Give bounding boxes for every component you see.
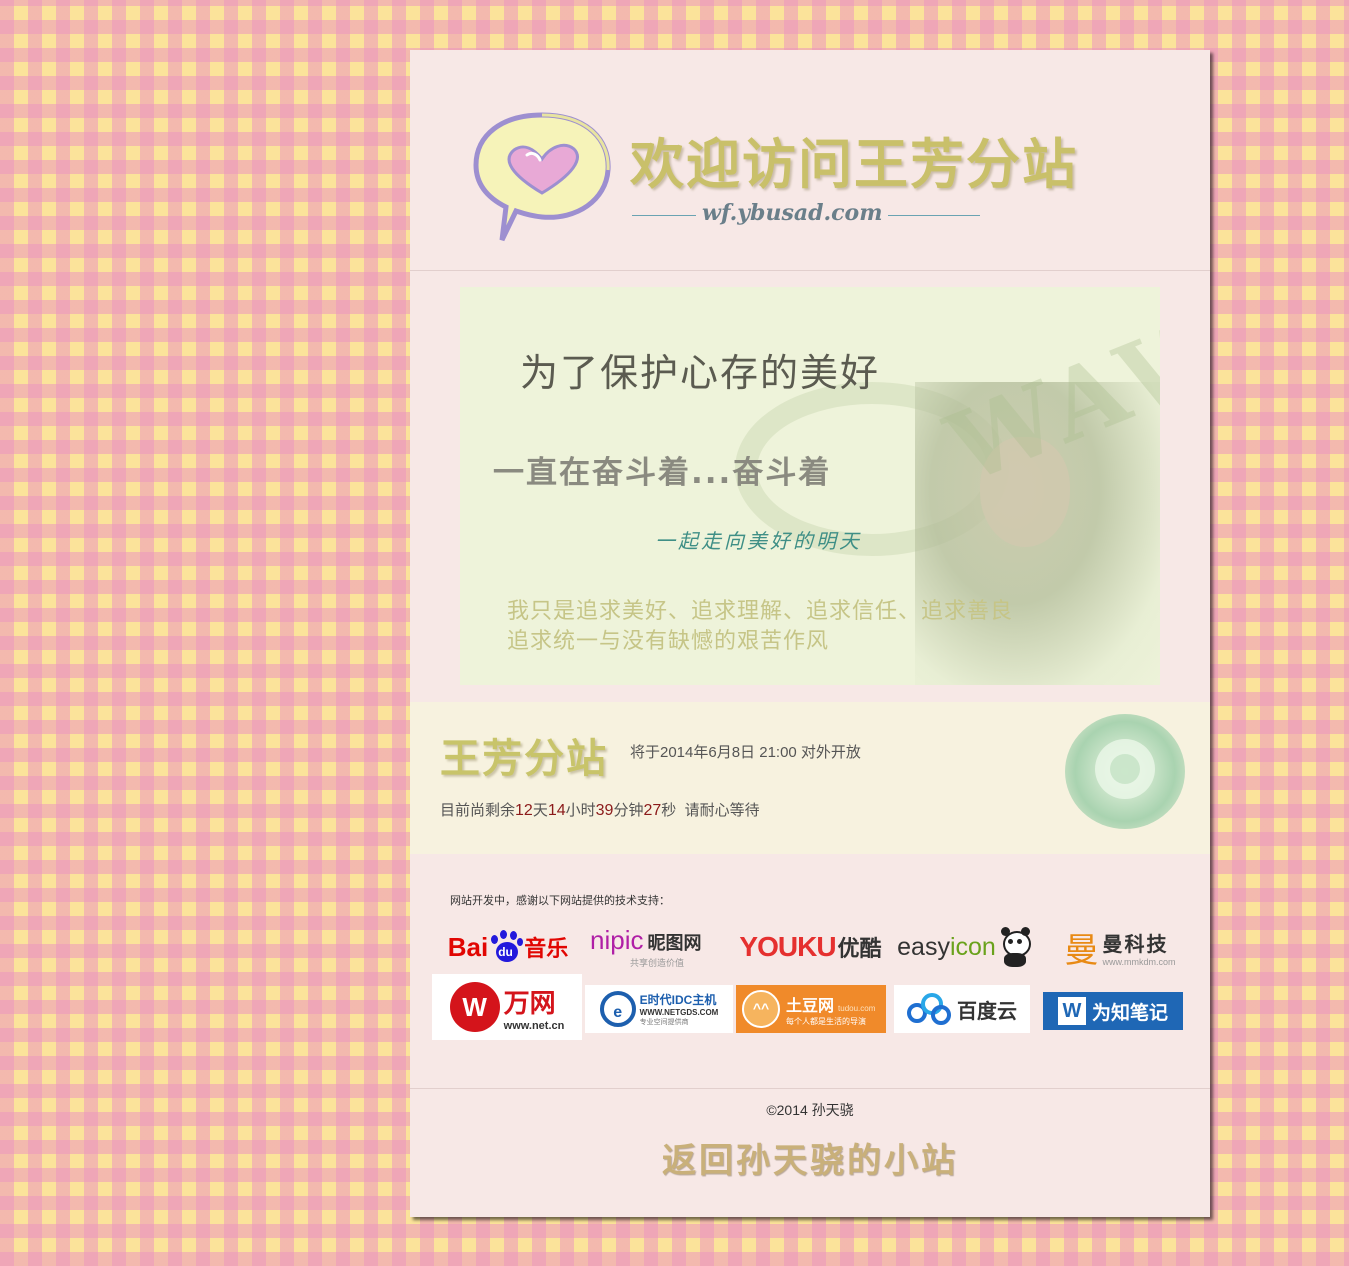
sponsor-youku[interactable]: YOUKU 优酷 (738, 922, 883, 972)
baidu-cloud-text: 百度云 (957, 1000, 1017, 1023)
heart-bubble-icon (473, 112, 611, 242)
countdown-timer: 目前尚剩余12天14小时39分钟27秒 请耐心等待 (440, 799, 760, 820)
countdown-seconds: 27 (643, 802, 662, 819)
flower-decoration (1065, 714, 1185, 829)
countdown-minutes-unit: 分钟 (613, 802, 644, 819)
tudou-text-b: tudou.com (838, 1003, 876, 1013)
baidu-paw-icon: du (489, 930, 524, 964)
countdown-days-unit: 天 (532, 802, 548, 819)
sponsors-label: 网站开发中，感谢以下网站提供的技术支持： (450, 895, 670, 907)
baidu-text-b: du (498, 945, 513, 959)
banner-line-5: 追求统一与没有缺憾的艰苦作风 (507, 629, 830, 654)
mmkdm-text-a: 曼 (1064, 930, 1099, 971)
banner-line-2: 一直在奋斗着...奋斗着 (493, 455, 832, 491)
countdown-title: 王芳分站 (440, 736, 608, 782)
back-home-link[interactable]: 返回孙天骁的小站 (410, 1133, 1210, 1182)
countdown-minutes: 39 (595, 802, 614, 819)
countdown-prefix: 目前尚剩余 (440, 802, 516, 819)
countdown-suffix: 请耐心等待 (684, 802, 760, 819)
sponsor-baidu-cloud[interactable]: 百度云 (894, 985, 1030, 1033)
wiz-text: 为知笔记 (1091, 1002, 1168, 1024)
banner-line-4: 我只是追求美好、追求理解、追求信任、追求善良 (507, 599, 1014, 624)
banner-image: WAWF 为了保护心存的美好 一直在奋斗着...奋斗着 一起走向美好的明天 我只… (460, 287, 1160, 685)
main-panel: 欢迎访问王芳分站 wf.ybusad.com WAWF 为了保护心存的美好 一直… (410, 50, 1210, 1217)
sponsor-wanwang[interactable]: W 万网 www.net.cn (432, 974, 582, 1040)
wiz-w-icon: W (1057, 997, 1086, 1025)
countdown-section: 王芳分站 将于2014年6月8日 21:00 对外开放 目前尚剩余12天14小时… (410, 702, 1210, 854)
mmkdm-text-b: 曼科技 (1102, 931, 1169, 956)
wanwang-text-a: 万网 (503, 987, 556, 1018)
site-domain: wf.ybusad.com (696, 200, 889, 226)
header: 欢迎访问王芳分站 wf.ybusad.com (410, 50, 1210, 271)
copyright: ©2014 孙天骁 (766, 1102, 854, 1118)
tudou-text-c: 每个人都是生活的导演 (786, 1016, 866, 1026)
mmkdm-text-c: www.mmkdm.com (1102, 956, 1176, 967)
sponsor-wiz-note[interactable]: W 为知笔记 (1043, 992, 1183, 1030)
open-date: 将于2014年6月8日 21:00 对外开放 (630, 744, 861, 761)
banner-line-1: 为了保护心存的美好 (520, 351, 881, 395)
youku-text-a: YOUKU (739, 931, 836, 962)
tudou-text-a: 土豆网 (786, 997, 835, 1015)
countdown-seconds-unit: 秒 (661, 802, 677, 819)
nipic-text-a: nipic (590, 925, 644, 955)
easyicon-text-b: icon (949, 932, 996, 961)
netgds-text-c: 专业空间提供商 (639, 1019, 689, 1026)
sponsor-netgds[interactable]: e E时代IDC主机 WWW.NETGDS.COM 专业空间提供商 (585, 985, 733, 1033)
countdown-days: 12 (515, 802, 533, 819)
youku-text-b: 优酷 (837, 936, 882, 961)
nipic-text-c: 共享创造价值 (630, 958, 685, 968)
sponsor-mmkdm[interactable]: 曼 曼科技 www.mmkdm.com (1050, 922, 1190, 972)
netgds-text-a: E时代IDC主机 (639, 993, 717, 1007)
nipic-text-b: 昵图网 (647, 933, 702, 953)
netgds-text-b: WWW.NETGDS.COM (639, 1008, 719, 1017)
countdown-hours-unit: 小时 (565, 802, 596, 819)
wanwang-text-b: www.net.cn (503, 1019, 565, 1032)
easyicon-text-a: easy (897, 932, 950, 961)
sponsor-nipic[interactable]: nipic 昵图网 共享创造价值 (590, 922, 730, 972)
netgds-e-icon: e (599, 991, 636, 1027)
baidu-text-a: Bai (447, 931, 489, 962)
tudou-face-icon: ^^ (742, 990, 780, 1028)
sponsors-section: 网站开发中，感谢以下网站提供的技术支持： Bai du 音乐 nipic 昵图网… (410, 854, 1210, 1089)
baidu-text-c: 音乐 (524, 936, 569, 961)
banner-line-3: 一起走向美好的明天 (655, 529, 862, 553)
panda-icon (1000, 927, 1031, 967)
sponsor-baidu-music[interactable]: Bai du 音乐 (438, 922, 578, 972)
sponsor-easyicon[interactable]: easy icon (886, 922, 1041, 972)
baidu-cloud-icon (907, 993, 951, 1025)
wanwang-logo-icon: W (449, 982, 500, 1032)
site-title: 欢迎访问王芳分站 (630, 133, 1078, 196)
countdown-hours: 14 (547, 802, 566, 819)
sponsor-tudou[interactable]: ^^ 土豆网 tudou.com 每个人都是生活的导演 (736, 985, 886, 1033)
